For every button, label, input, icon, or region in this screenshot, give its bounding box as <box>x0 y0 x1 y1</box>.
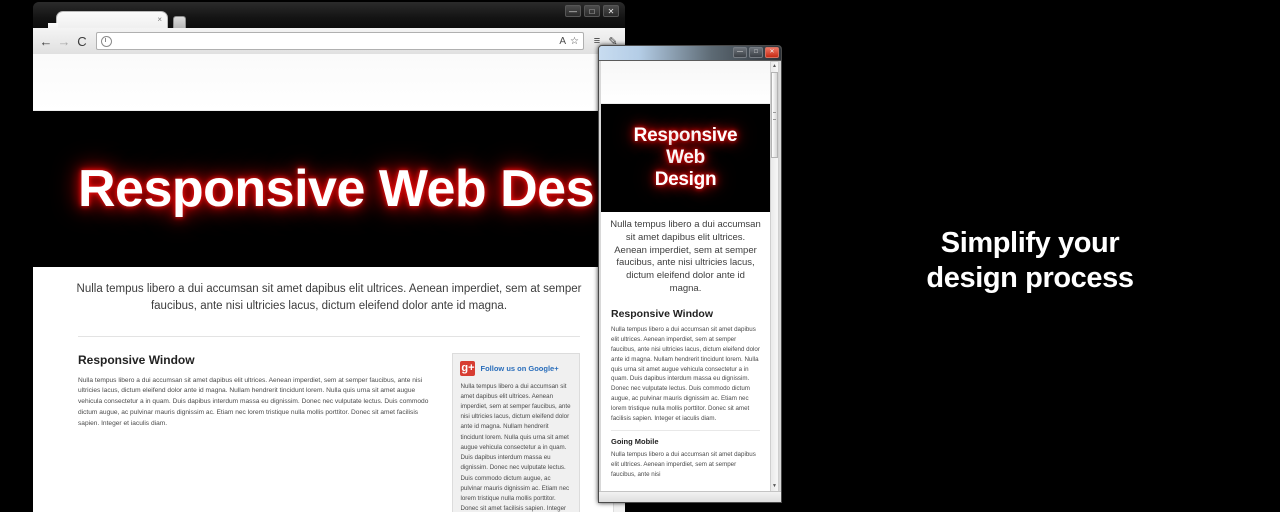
scrollbar-grip-icon <box>773 112 776 120</box>
mobile-window-controls: — □ ✕ <box>733 47 779 58</box>
mobile-feature-text: Nulla tempus libero a dui accumsan sit a… <box>611 451 756 478</box>
mobile-browser-window: — □ ✕ Responsive Web Design Nulla tempus… <box>598 45 782 503</box>
close-button[interactable]: ✕ <box>603 5 619 17</box>
mobile-site-header-blank <box>601 61 770 104</box>
page-info-icon[interactable] <box>101 35 112 47</box>
back-icon[interactable]: ← <box>37 34 55 49</box>
translate-icon[interactable]: A <box>559 36 566 47</box>
main-heading: Responsive Window <box>78 352 195 367</box>
mobile-titlebar: — □ ✕ <box>599 46 781 61</box>
intro-paragraph: Nulla tempus libero a dui accumsan sit a… <box>76 283 582 313</box>
mobile-main-body-text: Nulla tempus libero a dui accumsan sit a… <box>611 325 760 423</box>
google-plus-icon: g+ <box>460 360 476 376</box>
tagline: Simplify your design process <box>880 226 1180 297</box>
browser-toolbar: ← → C A ☆ ≡ ✎ <box>33 28 625 55</box>
screenshot-stage: × — □ ✕ ← → C A ☆ ≡ ✎ Responsive Web Des… <box>0 0 1280 512</box>
scroll-up-arrow-icon[interactable]: ▲ <box>771 62 778 71</box>
hero-banner: Responsive Web Des <box>33 111 625 267</box>
resize-grip-icon[interactable] <box>771 494 779 501</box>
address-bar[interactable]: A ☆ <box>96 32 584 50</box>
mobile-hero-title-line3: Design <box>655 169 717 191</box>
mobile-intro-paragraph: Nulla tempus libero a dui accumsan sit a… <box>610 219 761 295</box>
site-header-blank <box>33 54 625 111</box>
google-plus-label: Follow us on Google+ <box>480 363 559 373</box>
sidebar-body-text: Nulla tempus libero a dui accumsan sit a… <box>460 382 571 512</box>
minimize-button[interactable]: — <box>565 5 581 17</box>
desktop-browser-window: × — □ ✕ ← → C A ☆ ≡ ✎ Responsive Web Des… <box>33 2 625 512</box>
tab-close-icon[interactable]: × <box>157 15 162 25</box>
mobile-page-viewport: Responsive Web Design Nulla tempus liber… <box>601 61 770 492</box>
mobile-main-section: Responsive Window Nulla tempus libero a … <box>601 302 770 424</box>
mobile-hero-title-line2: Web <box>666 147 705 169</box>
desktop-page-viewport: Responsive Web Des Nulla tempus libero a… <box>33 54 625 512</box>
mobile-maximize-button[interactable]: □ <box>749 47 763 58</box>
reload-icon[interactable]: C <box>73 34 91 49</box>
sidebar-widget: g+ Follow us on Google+ Nulla tempus lib… <box>452 352 580 512</box>
desktop-window-controls: — □ ✕ <box>565 5 619 17</box>
tagline-line-2: design process <box>926 262 1134 295</box>
hero-title: Responsive Web Des <box>78 160 595 218</box>
mobile-hero-title: Responsive <box>634 125 738 147</box>
main-column: Responsive Window Nulla tempus libero a … <box>78 353 434 512</box>
mobile-close-button[interactable]: ✕ <box>765 47 779 58</box>
google-plus-follow[interactable]: g+ Follow us on Google+ <box>460 360 572 376</box>
mobile-scrollbar[interactable]: ▲ ▼ <box>770 61 779 492</box>
omnibox-actions: A ☆ <box>559 36 579 47</box>
mobile-scrollbar-thumb[interactable] <box>771 72 778 158</box>
mobile-feature-section: Going Mobile Nulla tempus libero a dui a… <box>601 431 770 480</box>
mobile-status-bar <box>599 491 781 502</box>
new-tab-icon[interactable] <box>173 16 186 28</box>
mobile-hero-line-3: Design <box>654 168 717 190</box>
maximize-button[interactable]: □ <box>584 5 600 17</box>
bookmark-star-icon[interactable]: ☆ <box>570 36 579 47</box>
mobile-minimize-button[interactable]: — <box>733 47 747 58</box>
desktop-titlebar: × — □ ✕ <box>33 2 625 31</box>
main-body-text: Nulla tempus libero a dui accumsan sit a… <box>78 376 429 428</box>
mobile-feature-heading: Going Mobile <box>611 437 659 447</box>
forward-icon[interactable]: → <box>55 34 73 49</box>
mobile-hero-line-1: Responsive <box>633 125 738 147</box>
mobile-hero-line-2: Web <box>666 147 705 169</box>
scroll-down-arrow-icon[interactable]: ▼ <box>771 482 778 491</box>
tagline-line-1: Simplify your <box>940 227 1120 259</box>
mobile-main-heading: Responsive Window <box>611 307 714 320</box>
mobile-hero-banner: Responsive Web Design <box>601 104 770 212</box>
content-area: Responsive Window Nulla tempus libero a … <box>33 337 625 512</box>
